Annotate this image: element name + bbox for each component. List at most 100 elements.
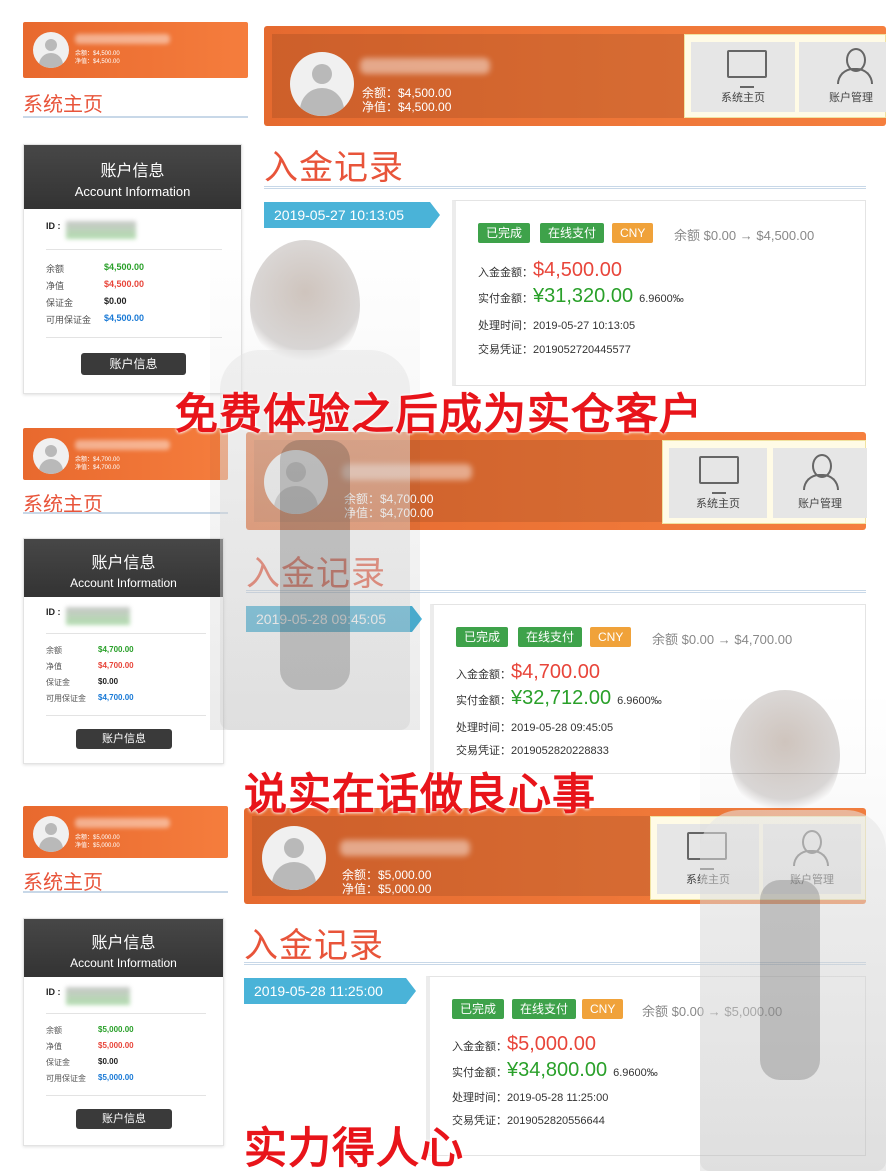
row-value: $4,700.00 <box>98 693 134 702</box>
monitor-icon <box>699 456 739 494</box>
status-badge: 已完成 <box>456 627 509 647</box>
account-card: 账户信息 Account Information ID : 余额 $4,700.0… <box>23 538 224 764</box>
balance-change: 余额 $0.00 → $5,000.00 <box>642 1004 783 1019</box>
row-label: 余额 <box>46 264 65 274</box>
avatar <box>33 816 69 852</box>
nav-account-manage[interactable]: 账户管理 <box>799 42 886 112</box>
row-value: $4,500.00 <box>104 279 145 289</box>
row-value: $0.00 <box>98 1057 119 1066</box>
mini-user-header: 余额：$5,000.00 净值：$5,000.00 <box>23 806 228 858</box>
nav-panel: 系统主页 账户管理 <box>684 34 886 118</box>
nav-panel: 系统主页 账户管理 <box>662 440 867 524</box>
account-id-label: ID : <box>46 221 61 231</box>
account-card: 账户信息 Account Information ID : 余额 $4,500.0… <box>23 144 242 394</box>
account-title: 账户信息 <box>91 555 156 572</box>
deposit-record: 已完成 在线支付 CNY 余额 $0.00 → $5,000.00 入金金额：$… <box>426 976 866 1156</box>
header-net: 净值：$5,000.00 <box>342 882 432 896</box>
divider <box>23 891 228 893</box>
deposit-label: 入金金额： <box>452 1041 507 1053</box>
section-title: 入金记录 <box>244 927 384 965</box>
row-label: 保证金 <box>46 1058 70 1067</box>
deposit-amount: $4,700.00 <box>511 661 600 683</box>
divider <box>46 1095 206 1096</box>
account-id-label: ID : <box>46 987 61 997</box>
deposit-record: 已完成 在线支付 CNY 余额 $0.00 → $4,700.00 入金金额：$… <box>430 604 866 774</box>
avatar <box>264 450 328 514</box>
user-icon <box>837 48 873 84</box>
mini-net: 净值：$4,500.00 <box>75 59 120 65</box>
user-header: 余额：$4,500.00 净值：$4,500.00 系统主页 账户管理 <box>264 26 886 126</box>
avatar <box>33 32 69 68</box>
nav-label: 账户管理 <box>790 874 834 886</box>
nav-panel: 系统主页 账户管理 <box>650 816 866 900</box>
user-panel: 余额：$5,000.00 净值：$5,000.00 <box>252 816 652 896</box>
balance-change: 余额 $0.00 → $4,700.00 <box>652 632 793 647</box>
blurred-username <box>75 440 170 450</box>
deposit-line: 入金金额：$5,000.00 <box>452 1033 596 1056</box>
date-tag: 2019-05-28 11:25:00 <box>244 978 416 1004</box>
voucher: 交易凭证：2019052820228833 <box>456 745 609 757</box>
row-label: 可用保证金 <box>46 1074 86 1083</box>
row-label: 可用保证金 <box>46 694 86 703</box>
avatar <box>33 438 69 474</box>
row-label: 净值 <box>46 662 62 671</box>
paid-amount: ¥31,320.00 <box>533 285 634 307</box>
blurred-username <box>340 840 470 856</box>
nav-system-home[interactable]: 系统主页 <box>691 42 795 112</box>
account-id-label: ID : <box>46 607 61 617</box>
home-title[interactable]: 系统主页 <box>23 88 103 117</box>
nav-label: 账户管理 <box>798 498 842 510</box>
row-value: $0.00 <box>98 677 119 686</box>
account-card-header: 账户信息 Account Information <box>24 539 223 597</box>
deposit-line: 入金金额：$4,500.00 <box>478 259 622 282</box>
divider <box>46 249 222 250</box>
user-icon <box>803 454 839 490</box>
divider <box>23 116 248 118</box>
deposit-record: 已完成 在线支付 CNY 余额 $0.00 → $4,500.00 入金金额：$… <box>452 200 866 386</box>
divider <box>46 1013 206 1014</box>
deposit-amount: $5,000.00 <box>507 1033 596 1055</box>
blurred-username <box>342 464 472 480</box>
account-info-button[interactable]: 账户信息 <box>76 729 172 749</box>
row-value: $4,500.00 <box>104 313 145 323</box>
paid-amount: ¥32,712.00 <box>511 687 612 709</box>
row-label: 保证金 <box>46 678 70 687</box>
process-time: 处理时间：2019-05-28 11:25:00 <box>452 1092 609 1104</box>
paid-label: 实付金额： <box>456 695 511 707</box>
row-value: $5,000.00 <box>98 1041 134 1050</box>
mini-net: 净值：$4,700.00 <box>75 465 120 471</box>
divider <box>46 337 222 338</box>
paid-label: 实付金额： <box>452 1067 507 1079</box>
account-card-header: 账户信息 Account Information <box>24 919 223 977</box>
nav-account-manage[interactable]: 账户管理 <box>763 824 861 894</box>
method-badge: 在线支付 <box>512 999 577 1019</box>
monitor-icon <box>727 50 767 88</box>
nav-system-home[interactable]: 系统主页 <box>669 448 767 518</box>
slogan-1: 免费体验之后成为实仓客户 <box>175 391 703 439</box>
voucher: 交易凭证：2019052820556644 <box>452 1115 605 1127</box>
nav-account-manage[interactable]: 账户管理 <box>773 448 867 518</box>
user-header: 余额：$4,700.00 净值：$4,700.00 系统主页 账户管理 <box>246 432 867 530</box>
account-info-button[interactable]: 账户信息 <box>76 1109 172 1129</box>
currency-badge: CNY <box>612 223 654 243</box>
row-label: 余额 <box>46 1026 62 1035</box>
account-info-button[interactable]: 账户信息 <box>81 353 186 375</box>
row-label: 可用保证金 <box>46 315 92 325</box>
blurred-account-id <box>66 607 130 625</box>
header-net: 净值：$4,500.00 <box>362 100 452 114</box>
nav-label: 系统主页 <box>686 874 730 886</box>
row-label: 净值 <box>46 281 65 291</box>
nav-system-home[interactable]: 系统主页 <box>657 824 759 894</box>
divider <box>46 633 206 634</box>
blurred-account-id <box>66 987 130 1005</box>
blurred-username <box>360 58 490 74</box>
mini-net: 净值：$5,000.00 <box>75 843 120 849</box>
account-card-header: 账户信息 Account Information <box>24 145 241 209</box>
divider <box>244 962 866 965</box>
nav-label: 系统主页 <box>696 498 740 510</box>
paid-line: 实付金额：¥34,800.00 6.9600‰ <box>452 1059 658 1082</box>
voucher: 交易凭证：2019052720445577 <box>478 344 631 356</box>
method-badge: 在线支付 <box>540 223 605 243</box>
row-value: $4,700.00 <box>98 661 134 670</box>
row-value: $5,000.00 <box>98 1025 134 1034</box>
